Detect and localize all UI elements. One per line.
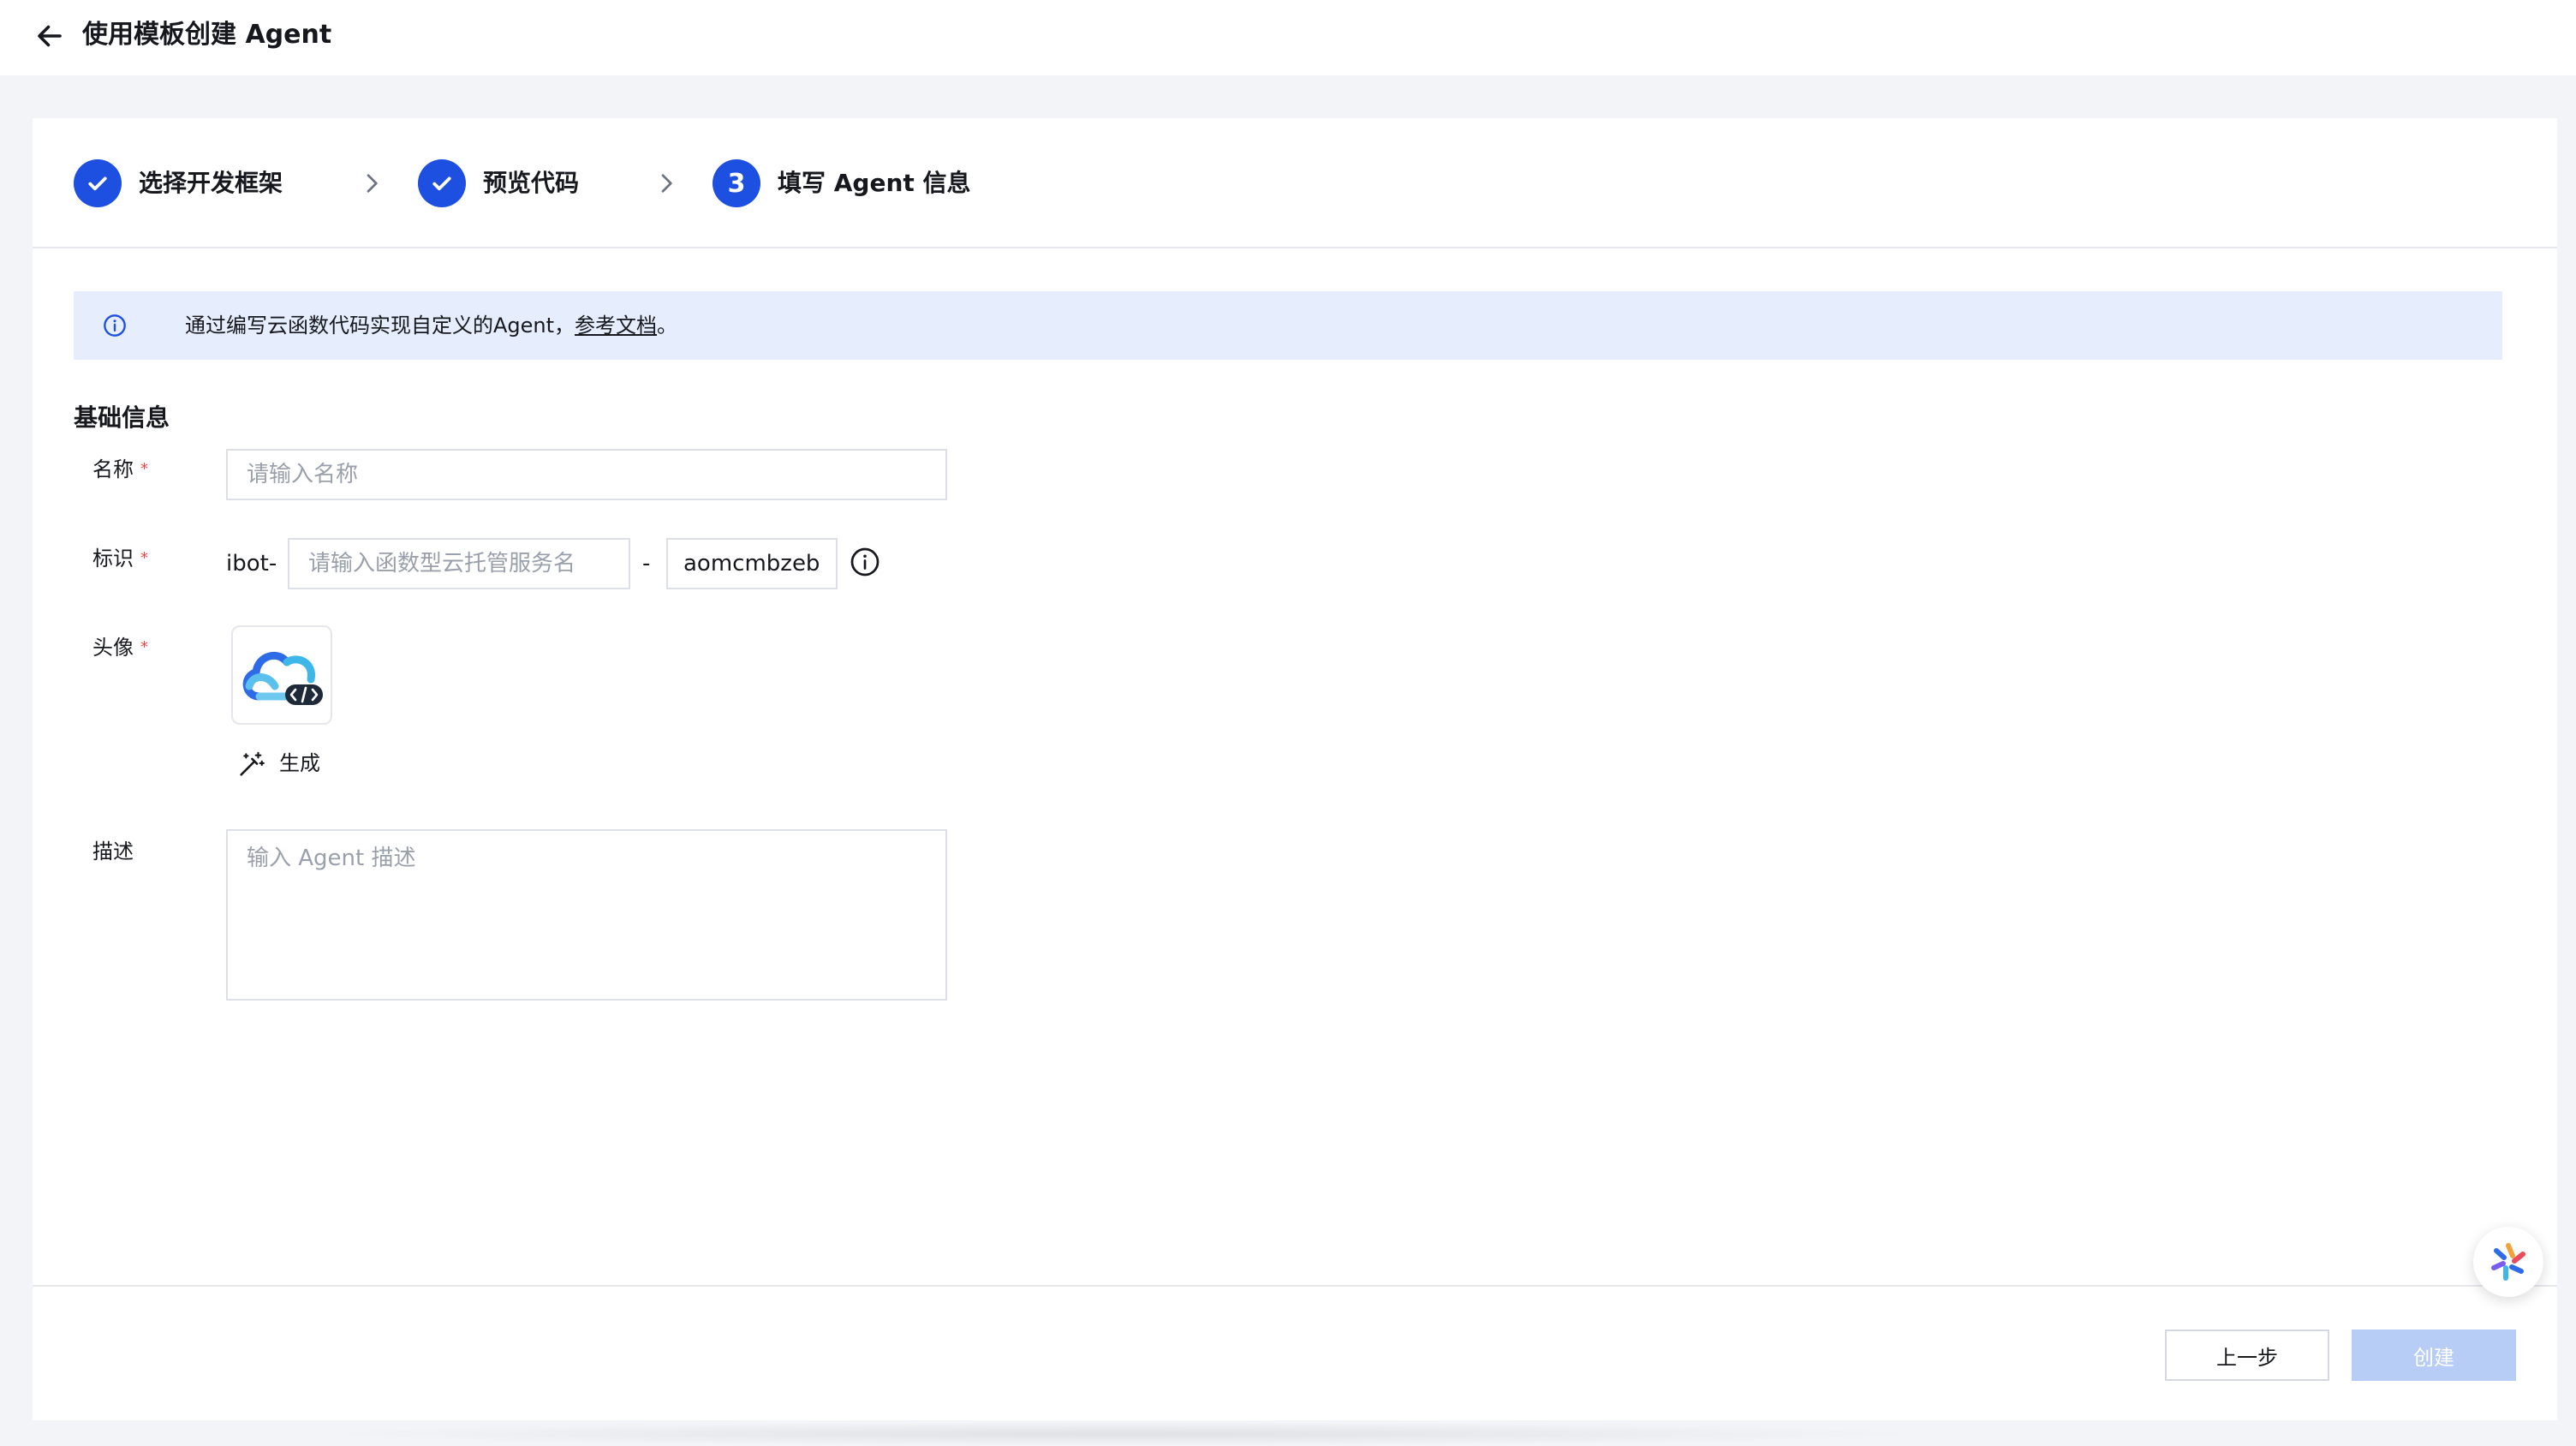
check-icon — [432, 176, 451, 191]
section-title: 基础信息 — [74, 403, 170, 432]
assistant-float-button[interactable] — [2473, 1227, 2543, 1297]
chevron-right-icon — [367, 174, 378, 193]
reference-doc-link[interactable]: 参考文档 — [575, 314, 657, 338]
footer-bar: 上一步 创建 — [33, 1285, 2557, 1420]
service-name-input[interactable] — [288, 538, 630, 589]
identifier-label: 标识 * — [92, 543, 148, 574]
description-textarea[interactable] — [226, 829, 947, 1001]
top-bar: 使用模板创建 Agent — [0, 0, 2576, 75]
identifier-separator: - — [642, 551, 651, 577]
main-card: 选择开发框架 预览代码 3 填写 Agent 信息 通过编写云函数代码实现自定义… — [33, 118, 2557, 1420]
arrow-left-icon[interactable] — [34, 21, 65, 51]
create-button[interactable]: 创建 — [2352, 1329, 2516, 1381]
identifier-prefix: ibot- — [226, 551, 277, 577]
avatar-image[interactable] — [231, 625, 332, 725]
step-3-label: 填写 Agent 信息 — [778, 169, 971, 197]
step-2-check-icon — [418, 159, 466, 207]
stepper: 选择开发框架 预览代码 3 填写 Agent 信息 — [33, 118, 2557, 248]
identifier-suffix-input[interactable] — [666, 538, 838, 589]
notice-suffix: 。 — [657, 314, 678, 338]
notice-text: 通过编写云函数代码实现自定义的Agent，参考文档。 — [185, 310, 677, 341]
generate-avatar-button[interactable]: 生成 — [279, 747, 320, 780]
previous-step-button[interactable]: 上一步 — [2165, 1329, 2329, 1381]
notice-message: 通过编写云函数代码实现自定义的Agent， — [185, 314, 575, 338]
cloud-code-logo — [242, 651, 323, 705]
assistant-icon — [2491, 1243, 2525, 1281]
info-icon — [104, 314, 126, 337]
chevron-right-icon — [661, 174, 672, 193]
name-label-text: 名称 — [92, 457, 134, 481]
info-notice: 通过编写云函数代码实现自定义的Agent，参考文档。 — [74, 291, 2502, 360]
step-1-check-icon — [74, 159, 122, 207]
name-label: 名称 * — [92, 454, 148, 485]
name-input[interactable] — [226, 449, 947, 500]
info-icon[interactable] — [850, 547, 880, 577]
description-label: 描述 — [92, 840, 134, 863]
avatar-label-text: 头像 — [92, 636, 134, 660]
step-1-label: 选择开发框架 — [139, 169, 283, 197]
magic-wand-icon[interactable] — [236, 750, 265, 780]
avatar-label: 头像 * — [92, 632, 148, 663]
bottom-shadow — [308, 1422, 1935, 1446]
step-2-label: 预览代码 — [483, 169, 580, 197]
identifier-label-text: 标识 — [92, 547, 134, 571]
check-icon — [88, 176, 107, 191]
page-title: 使用模板创建 Agent — [82, 20, 332, 50]
required-mark: * — [140, 638, 148, 656]
required-mark: * — [140, 460, 148, 478]
required-mark: * — [140, 549, 148, 567]
step-3-number: 3 — [713, 159, 760, 207]
